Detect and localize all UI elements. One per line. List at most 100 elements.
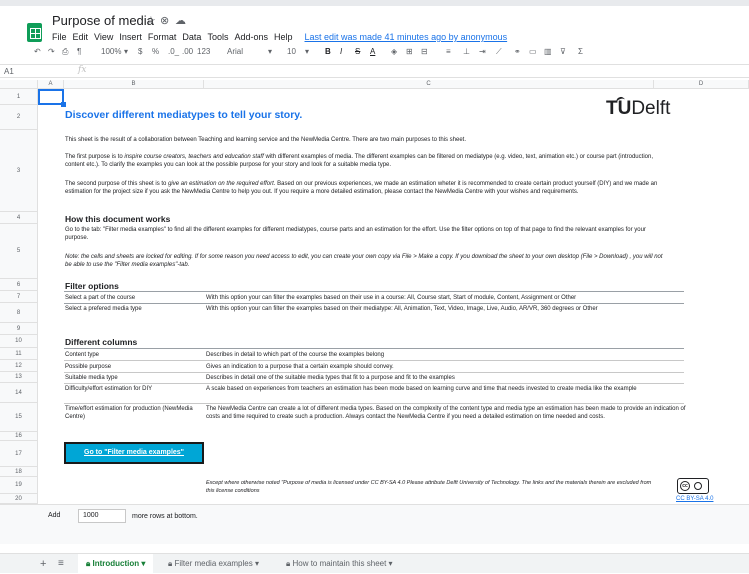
vertical-align-icon[interactable]: ⊥ — [463, 47, 470, 56]
currency-button[interactable]: $ — [138, 47, 142, 56]
filter-label: Select a part of the course — [65, 295, 136, 301]
bold-button[interactable]: B — [325, 47, 331, 56]
selected-cell-a1[interactable] — [38, 89, 66, 107]
row-header[interactable]: 17 — [0, 441, 38, 467]
row-header[interactable]: 2 — [0, 105, 38, 130]
menu-format[interactable]: Format — [148, 32, 177, 42]
text-color-button[interactable]: A — [370, 47, 375, 56]
row-header[interactable]: 4 — [0, 212, 38, 224]
italic-button[interactable]: I — [340, 47, 342, 56]
redo-icon[interactable]: ↷ — [48, 47, 55, 56]
row-header[interactable]: 3 — [0, 130, 38, 212]
text-wrap-icon[interactable]: ⇥ — [479, 47, 486, 56]
decrease-decimal-button[interactable]: .0_ — [168, 47, 179, 56]
column-header-b[interactable]: B — [64, 80, 204, 89]
fx-icon: fx — [78, 65, 87, 75]
select-all-corner[interactable] — [0, 80, 38, 89]
divider — [64, 360, 684, 361]
chart-icon[interactable]: ▥ — [544, 47, 552, 56]
last-edit-link[interactable]: Last edit was made 41 minutes ago by ano… — [305, 32, 508, 42]
divider — [64, 403, 684, 404]
menu-view[interactable]: View — [94, 32, 113, 42]
sheets-logo-icon[interactable] — [27, 23, 42, 42]
horizontal-align-icon[interactable]: ≡ — [446, 47, 451, 56]
tab-introduction[interactable]: 🔒︎ Introduction ▾ — [78, 554, 154, 574]
row-header[interactable]: 7 — [0, 291, 38, 303]
percent-button[interactable]: % — [152, 47, 159, 56]
more-formats-button[interactable]: 123 — [197, 47, 210, 56]
cell-reference[interactable]: A1 — [4, 67, 14, 76]
merge-cells-icon[interactable]: ⊟ — [421, 47, 428, 56]
divider — [64, 291, 684, 292]
column-desc: The NewMedia Centre can create a lot of … — [206, 406, 686, 420]
column-header-d[interactable]: D — [654, 80, 749, 89]
strikethrough-button[interactable]: S — [355, 47, 360, 56]
comment-icon[interactable]: ▭ — [529, 47, 537, 56]
filter-icon[interactable]: ⊽ — [560, 47, 566, 56]
filter-desc: With this option your can filter the exa… — [206, 295, 577, 301]
row-header[interactable]: 1 — [0, 89, 38, 105]
tab-how-to-maintain[interactable]: 🔒︎ How to maintain this sheet ▾ — [286, 554, 393, 574]
chevron-down-icon[interactable]: ▾ — [268, 47, 272, 56]
add-rows-label: more rows at bottom. — [132, 513, 198, 520]
go-to-filter-button[interactable]: Go to "Filter media examples" — [64, 442, 204, 464]
add-sheet-icon[interactable]: + — [40, 554, 46, 574]
row-header[interactable]: 13 — [0, 372, 38, 383]
text-rotate-icon[interactable]: ⟋ — [496, 47, 502, 57]
menu-edit[interactable]: Edit — [73, 32, 89, 42]
cloud-icon[interactable]: ☁ — [175, 14, 186, 27]
column-desc: Gives an indication to a purpose that a … — [206, 364, 394, 370]
menu-insert[interactable]: Insert — [119, 32, 142, 42]
chevron-down-icon[interactable]: ▾ — [305, 47, 309, 56]
menu-help[interactable]: Help — [274, 32, 293, 42]
row-header[interactable]: 18 — [0, 467, 38, 477]
all-sheets-icon[interactable]: ≡ — [58, 554, 64, 574]
row-header[interactable]: 19 — [0, 477, 38, 494]
cc-license-link[interactable]: CC BY-SA 4.0 — [676, 496, 713, 502]
row-header[interactable]: 11 — [0, 348, 38, 360]
functions-icon[interactable]: Σ — [578, 47, 583, 56]
row-header[interactable]: 15 — [0, 403, 38, 432]
sheet-tab-bar: + ≡ 🔒︎ Introduction ▾ 🔒︎ Filter media ex… — [0, 553, 749, 574]
row-header[interactable]: 5 — [0, 224, 38, 279]
add-rows-button[interactable]: Add — [48, 512, 60, 519]
column-header-a[interactable]: A — [38, 80, 64, 89]
row-header[interactable]: 6 — [0, 279, 38, 291]
zoom-select[interactable]: 100% — [101, 47, 121, 56]
menu-data[interactable]: Data — [182, 32, 201, 42]
menu-file[interactable]: File — [52, 32, 67, 42]
borders-icon[interactable]: ⊞ — [406, 47, 413, 56]
font-select[interactable]: Arial — [227, 47, 243, 56]
menu-tools[interactable]: Tools — [207, 32, 228, 42]
add-rows-count-input[interactable]: 1000 — [78, 509, 126, 523]
app-header: Purpose of media ☆ ⊗ ☁ File Edit View Inser… — [0, 6, 749, 46]
row-header[interactable]: 8 — [0, 303, 38, 323]
font-size-select[interactable]: 10 — [287, 47, 296, 56]
column-label: Difficulty/effort estimation for DIY — [65, 386, 153, 392]
star-icon[interactable]: ☆ — [146, 14, 156, 27]
chevron-down-icon[interactable]: ▾ — [124, 47, 128, 56]
row-header[interactable]: 12 — [0, 360, 38, 372]
formula-bar: A1 fx — [0, 64, 749, 78]
paint-format-icon[interactable]: ¶ — [77, 47, 81, 56]
link-icon[interactable]: ⚭ — [514, 47, 521, 56]
document-title[interactable]: Purpose of media — [52, 13, 154, 28]
cc-license-badge[interactable]: cc — [677, 478, 709, 494]
row-header[interactable]: 10 — [0, 335, 38, 348]
print-icon[interactable]: ⎙ — [62, 47, 68, 57]
increase-decimal-button[interactable]: .00 — [182, 47, 193, 56]
column-desc: A scale based on experiences from teache… — [206, 386, 637, 392]
column-header-c[interactable]: C — [204, 80, 654, 89]
column-label: Time/effort estimation for production (N… — [65, 406, 193, 420]
how-text: Go to the tab: "Filter media examples" t… — [65, 227, 646, 241]
how-section-title: How this document works — [65, 214, 171, 224]
move-icon[interactable]: ⊗ — [160, 14, 169, 27]
row-header[interactable]: 14 — [0, 383, 38, 403]
undo-icon[interactable]: ↶ — [34, 47, 41, 56]
tab-filter-media-examples[interactable]: 🔒︎ Filter media examples ▾ — [168, 554, 259, 574]
row-header[interactable]: 16 — [0, 432, 38, 441]
menu-addons[interactable]: Add-ons — [234, 32, 268, 42]
fill-color-icon[interactable]: ◈ — [391, 47, 397, 56]
row-header[interactable]: 20 — [0, 494, 38, 504]
row-header[interactable]: 9 — [0, 323, 38, 335]
